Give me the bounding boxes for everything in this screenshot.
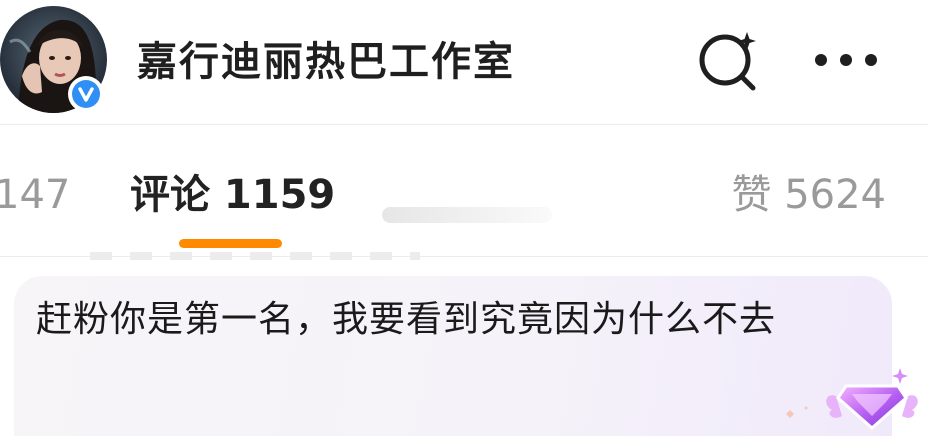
- tab-bar: 147 评论 1159 赞 5624: [0, 125, 928, 256]
- tab-reposts[interactable]: 147: [0, 171, 70, 219]
- account-name[interactable]: 嘉行迪丽热巴工作室: [137, 38, 515, 86]
- more-button[interactable]: [808, 40, 884, 80]
- active-tab-indicator: [179, 239, 282, 248]
- verified-badge-icon: [68, 76, 104, 112]
- blurred-text: [382, 207, 552, 223]
- search-sparkle-icon: [699, 32, 756, 91]
- diamond-badge-icon: [782, 366, 922, 432]
- comment-text: 赶粉你是第一名，我要看到究竟因为什么不去: [36, 299, 777, 340]
- tab-divider: [0, 256, 928, 257]
- tab-comments[interactable]: 评论 1159: [130, 171, 335, 219]
- tab-likes[interactable]: 赞 5624: [731, 171, 886, 219]
- search-button[interactable]: [695, 28, 763, 92]
- more-dots-icon: [815, 54, 877, 66]
- profile-header: 嘉行迪丽热巴工作室: [0, 0, 928, 124]
